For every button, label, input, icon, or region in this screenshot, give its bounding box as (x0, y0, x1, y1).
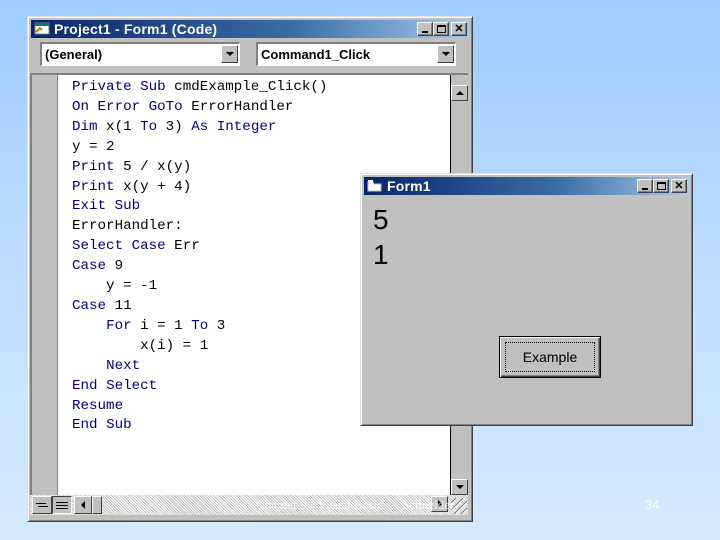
form-window-titlebar[interactable]: Form1 ✕ (364, 177, 689, 195)
chevron-down-icon (441, 52, 450, 56)
object-combo-dropdown[interactable] (221, 45, 238, 63)
output-line: 1 (373, 239, 389, 270)
code-line[interactable]: On Error GoTo ErrorHandler (72, 98, 327, 118)
maximize-button[interactable] (653, 179, 669, 193)
code-line[interactable]: y = -1 (72, 277, 327, 297)
example-button[interactable]: Example (499, 336, 601, 378)
code-line[interactable]: Resume (72, 397, 327, 417)
code-line[interactable]: Print 5 / x(y) (72, 158, 327, 178)
maximize-icon (656, 182, 666, 190)
minimize-icon (422, 31, 428, 33)
code-line[interactable]: Dim x(1 To 3) As Integer (72, 118, 327, 138)
vb-code-icon (34, 22, 50, 36)
form-icon (367, 179, 383, 193)
arrow-left-icon (81, 501, 85, 509)
minimize-button[interactable] (417, 22, 433, 36)
code-window-title: Project1 - Form1 (Code) (54, 21, 218, 37)
full-module-view-button[interactable] (52, 496, 72, 514)
minimize-button[interactable] (637, 179, 653, 193)
procedure-combo-dropdown[interactable] (437, 45, 454, 63)
page-number: 34 (645, 497, 660, 512)
scroll-left-button[interactable] (74, 496, 92, 514)
margin-indicator-bar[interactable] (32, 75, 58, 495)
object-combo-value: (General) (45, 47, 103, 62)
code-line[interactable]: Print x(y + 4) (72, 178, 327, 198)
form-window: Form1 ✕ 5 1 Example (360, 173, 693, 426)
code-line[interactable]: Exit Sub (72, 197, 327, 217)
code-line[interactable]: ErrorHandler: (72, 217, 327, 237)
code-line[interactable]: Select Case Err (72, 237, 327, 257)
code-line[interactable]: End Sub (72, 416, 327, 436)
arrow-up-icon (455, 91, 464, 95)
code-line[interactable]: Next (72, 357, 327, 377)
scroll-down-button[interactable] (451, 479, 468, 495)
horizontal-scroll-thumb[interactable] (92, 496, 102, 514)
form-output: 5 1 (373, 202, 389, 272)
close-button[interactable]: ✕ (451, 22, 467, 36)
code-window-titlebar[interactable]: Project1 - Form1 (Code) ✕ (31, 20, 469, 38)
scroll-up-button[interactable] (451, 85, 468, 101)
close-icon: ✕ (454, 22, 464, 35)
maximize-icon (436, 25, 446, 33)
slide-footer: Chapter 9 - Visual Basic Schneider (256, 497, 455, 512)
chevron-down-icon (225, 52, 234, 56)
arrow-down-icon (455, 485, 464, 489)
form-window-title: Form1 (387, 178, 431, 194)
code-line[interactable]: For i = 1 To 3 (72, 317, 327, 337)
procedure-combo[interactable]: Command1_Click (256, 42, 456, 66)
maximize-button[interactable] (433, 22, 449, 36)
close-button[interactable]: ✕ (671, 179, 687, 193)
minimize-icon (642, 188, 648, 190)
code-text[interactable]: Private Sub cmdExample_Click() On Error G… (72, 78, 327, 436)
code-line[interactable]: Case 11 (72, 297, 327, 317)
procedure-combo-value: Command1_Click (261, 47, 371, 62)
code-line[interactable]: Case 9 (72, 257, 327, 277)
focus-rectangle (505, 342, 595, 372)
output-line: 5 (373, 204, 389, 235)
code-line[interactable]: Private Sub cmdExample_Click() (72, 78, 327, 98)
code-line[interactable]: x(i) = 1 (72, 337, 327, 357)
object-combo[interactable]: (General) (40, 42, 240, 66)
code-line[interactable]: y = 2 (72, 138, 327, 158)
close-icon: ✕ (674, 179, 684, 192)
code-line[interactable]: End Select (72, 377, 327, 397)
procedure-view-button[interactable] (32, 496, 52, 514)
